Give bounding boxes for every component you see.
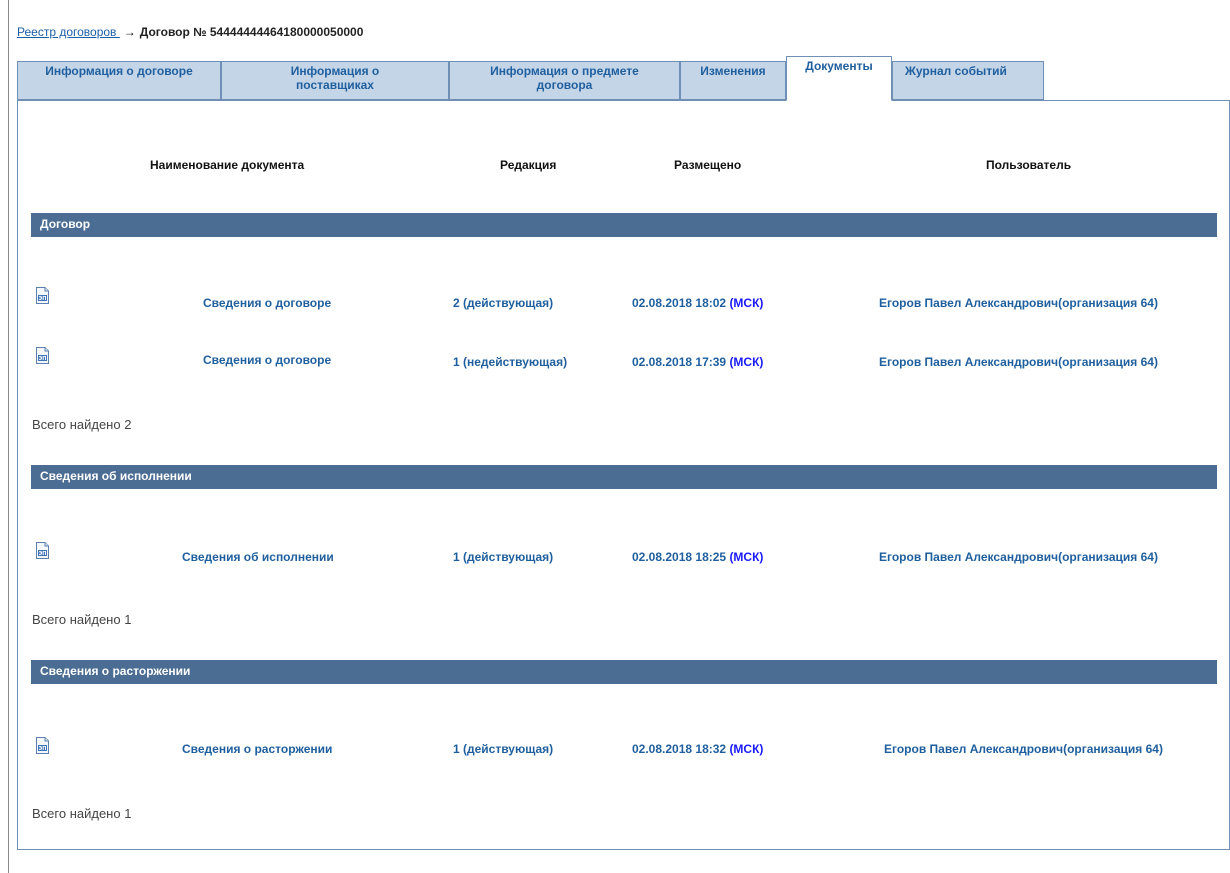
tab-suppliers-info[interactable]: Информация о поставщиках [221,61,449,100]
column-header-name: Наименование документа [150,158,305,172]
section-header-termination: Сведения о расторжении [31,660,1217,684]
breadcrumb-arrow-icon: → [123,25,136,39]
document-signed-icon[interactable]: ЭП [36,737,49,754]
edition-link[interactable]: 1 (действующая) [453,550,553,564]
document-name-link[interactable]: Сведения об исполнении [182,550,334,564]
edition-link[interactable]: 1 (действующая) [453,742,553,756]
tab-label: Изменения [700,64,766,78]
user-link[interactable]: Егоров Павел Александрович(организация 6… [879,355,1158,369]
section-title: Сведения о расторжении [40,664,191,678]
tab-subject-info[interactable]: Информация о предмете договора [449,61,680,100]
user-link[interactable]: Егоров Павел Александрович(организация 6… [879,296,1158,310]
user-link[interactable]: Егоров Павел Александрович(организация 6… [884,742,1163,756]
document-signed-icon[interactable]: ЭП [36,347,49,364]
breadcrumb-current: Договор № 54444444464180000050000 [139,25,364,39]
timezone-label: (МСК) [729,355,764,369]
column-header-edition: Редакция [500,158,557,172]
breadcrumb-registry-link[interactable]: Реестр договоров [17,25,120,39]
posted-date-value: 02.08.2018 17:39 [632,355,727,369]
svg-text:ЭП: ЭП [39,551,47,557]
tab-label: Информация о поставщиках [290,64,380,92]
timezone-label: (МСК) [729,550,764,564]
tab-label: Журнал событий [905,64,1007,78]
tab-label: Документы [805,59,873,73]
svg-text:ЭП: ЭП [39,356,47,362]
results-count: Всего найдено 1 [32,612,132,627]
column-header-user: Пользователь [986,158,1072,172]
user-link[interactable]: Егоров Павел Александрович(организация 6… [879,550,1158,564]
tab-changes[interactable]: Изменения [680,61,786,100]
posted-date: 02.08.2018 18:25 (МСК) [632,550,763,564]
section-header-contract: Договор [31,213,1217,237]
tab-contract-info[interactable]: Информация о договоре [17,61,221,100]
document-name-link[interactable]: Сведения о договоре [203,353,331,367]
posted-date-value: 02.08.2018 18:32 [632,742,727,756]
results-count: Всего найдено 2 [32,417,132,432]
document-name-link[interactable]: Сведения о расторжении [182,742,332,756]
tab-label: Информация о предмете договора [490,64,639,92]
section-title: Договор [40,217,91,231]
tab-documents[interactable]: Документы [786,56,892,101]
results-count: Всего найдено 1 [32,806,132,821]
tab-label: Информация о договоре [45,64,193,78]
posted-date-value: 02.08.2018 18:25 [632,550,727,564]
svg-text:ЭП: ЭП [39,746,47,752]
posted-date-value: 02.08.2018 18:02 [632,296,727,310]
document-signed-icon[interactable]: ЭП [36,542,49,559]
edition-link[interactable]: 1 (недействующая) [453,355,567,369]
posted-date: 02.08.2018 18:02 (МСК) [632,296,763,310]
document-signed-icon[interactable]: ЭП [36,287,49,304]
timezone-label: (МСК) [729,296,764,310]
section-header-execution: Сведения об исполнении [31,465,1217,489]
posted-date: 02.08.2018 18:32 (МСК) [632,742,763,756]
posted-date: 02.08.2018 17:39 (МСК) [632,355,763,369]
edition-link[interactable]: 2 (действующая) [453,296,553,310]
timezone-label: (МСК) [729,742,764,756]
svg-text:ЭП: ЭП [39,296,47,302]
column-header-posted: Размещено [674,158,742,172]
breadcrumb: Реестр договоров → Договор № 544444444641… [17,25,363,39]
document-name-link[interactable]: Сведения о договоре [203,296,331,310]
tab-event-log[interactable]: Журнал событий [892,61,1044,100]
section-title: Сведения об исполнении [40,469,192,483]
